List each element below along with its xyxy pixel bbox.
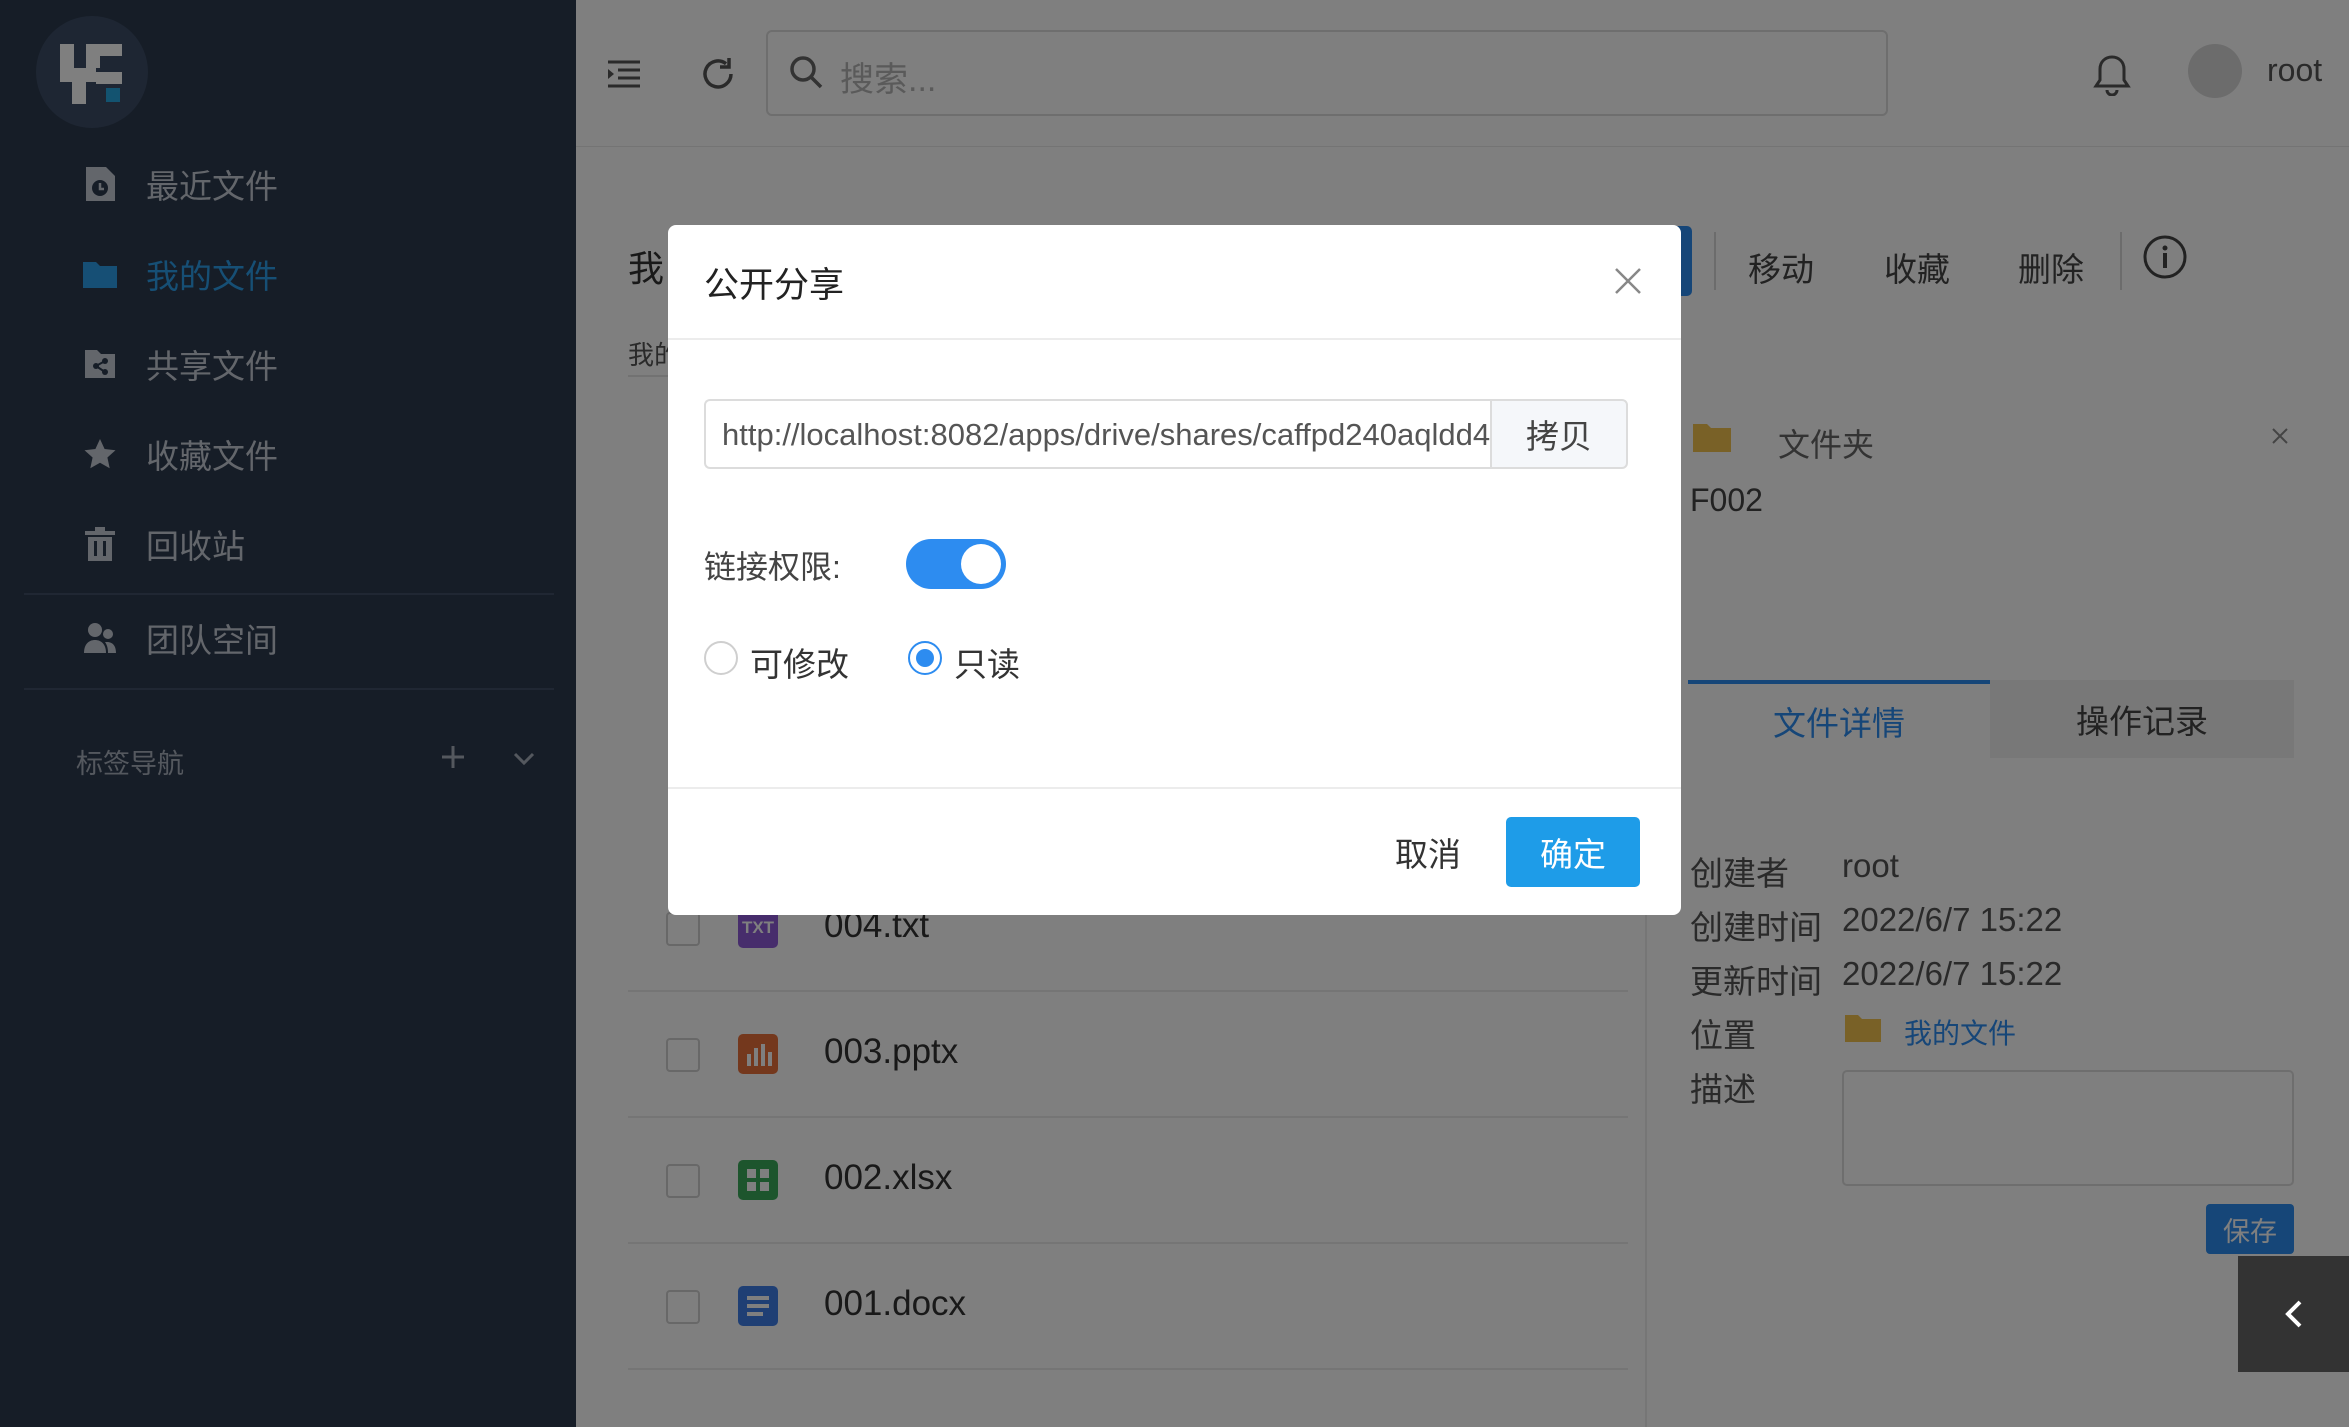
panel-toggle-button[interactable] bbox=[2238, 1256, 2349, 1372]
chevron-left-icon bbox=[2285, 1300, 2302, 1328]
close-icon[interactable] bbox=[1608, 261, 1648, 301]
confirm-button[interactable]: 确定 bbox=[1506, 817, 1640, 887]
permission-toggle[interactable] bbox=[906, 539, 1006, 589]
readonly-radio-label[interactable]: 只读 bbox=[954, 638, 1020, 686]
readonly-radio[interactable] bbox=[908, 641, 942, 675]
editable-radio[interactable] bbox=[704, 641, 738, 675]
permission-label: 链接权限: bbox=[704, 549, 841, 585]
dialog-title: 公开分享 bbox=[704, 266, 845, 305]
share-url-field[interactable]: http://localhost:8082/apps/drive/shares/… bbox=[704, 399, 1492, 469]
editable-radio-label[interactable]: 可修改 bbox=[750, 638, 849, 686]
copy-button[interactable]: 拷贝 bbox=[1490, 399, 1628, 469]
share-url-value: http://localhost:8082/apps/drive/shares/… bbox=[722, 417, 1491, 452]
dialog-footer-divider bbox=[668, 787, 1681, 789]
toggle-knob bbox=[961, 544, 1001, 584]
share-dialog: 公开分享 http://localhost:8082/apps/drive/sh… bbox=[668, 225, 1681, 915]
cancel-button[interactable]: 取消 bbox=[1368, 817, 1488, 887]
dialog-header-divider bbox=[668, 338, 1681, 340]
